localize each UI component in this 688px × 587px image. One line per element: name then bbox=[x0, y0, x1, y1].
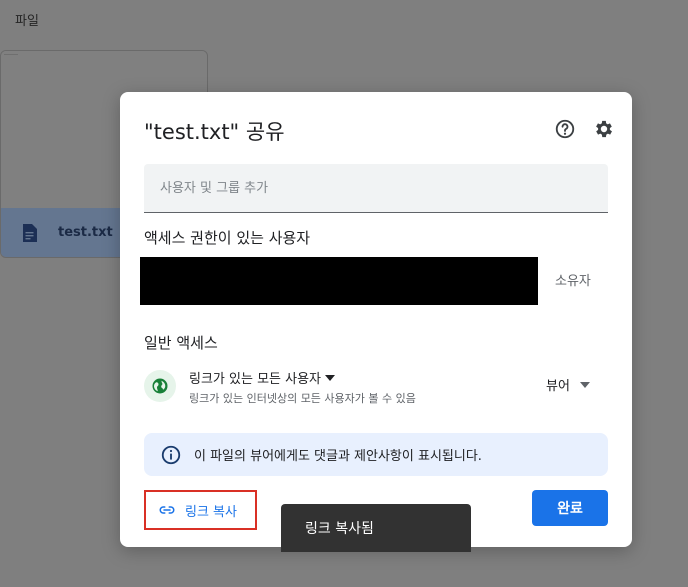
file-name: test.txt bbox=[58, 225, 113, 240]
gear-icon[interactable] bbox=[593, 118, 615, 140]
owner-row-redacted bbox=[140, 257, 538, 305]
link-access-dropdown[interactable]: 링크가 있는 모든 사용자 bbox=[189, 368, 335, 387]
add-people-input[interactable] bbox=[144, 164, 608, 213]
caret-down-icon bbox=[579, 381, 590, 388]
role-dropdown[interactable]: 뷰어 bbox=[546, 375, 590, 394]
copy-link-button[interactable]: 링크 복사 bbox=[144, 490, 257, 530]
snackbar-toast: 링크 복사됨 bbox=[281, 504, 471, 552]
owner-role-label: 소유자 bbox=[555, 274, 591, 289]
document-icon bbox=[23, 223, 37, 242]
info-icon bbox=[161, 445, 181, 464]
info-banner-text: 이 파일의 뷰어에게도 댓글과 제안사항이 표시됩니다. bbox=[194, 449, 482, 464]
caret-down-icon bbox=[325, 374, 335, 381]
globe-badge bbox=[144, 370, 176, 402]
info-banner: 이 파일의 뷰어에게도 댓글과 제안사항이 표시됩니다. bbox=[144, 433, 608, 476]
dialog-title: "test.txt" 공유 bbox=[144, 120, 285, 144]
done-button[interactable]: 완료 bbox=[532, 490, 608, 526]
role-value: 뷰어 bbox=[546, 379, 570, 394]
link-icon bbox=[159, 506, 175, 514]
toast-message: 링크 복사됨 bbox=[305, 521, 374, 537]
copy-link-label: 링크 복사 bbox=[185, 504, 237, 520]
globe-icon bbox=[152, 378, 168, 394]
page-header: 파일 bbox=[15, 14, 39, 29]
link-access-description: 링크가 있는 인터넷상의 모든 사용자가 볼 수 있음 bbox=[189, 392, 416, 405]
general-access-label: 일반 액세스 bbox=[144, 334, 218, 352]
people-with-access-label: 액세스 권한이 있는 사용자 bbox=[144, 229, 311, 247]
link-access-option: 링크가 있는 모든 사용자 bbox=[189, 372, 321, 387]
help-circle-icon[interactable] bbox=[554, 118, 576, 140]
share-dialog: "test.txt" 공유 액세스 권한이 있는 사용자 소유자 일반 액세스 … bbox=[120, 92, 632, 547]
